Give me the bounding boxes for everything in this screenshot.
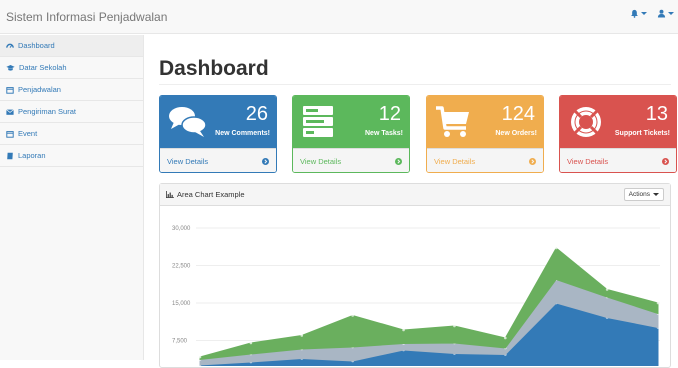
sidebar-item-label: Penjadwalan bbox=[18, 85, 61, 94]
chart-title: Area Chart Example bbox=[177, 190, 245, 199]
tasks-panel: 12 New Tasks! View Details bbox=[292, 95, 410, 173]
view-details-link[interactable]: View Details bbox=[560, 148, 676, 172]
area-chart-panel: Area Chart Example Actions 30,000 22,500 1… bbox=[159, 183, 671, 368]
sidebar-item-label: Datar Sekolah bbox=[19, 63, 67, 72]
tasks-icon bbox=[303, 106, 333, 137]
comments-icon bbox=[169, 107, 207, 137]
tasks-label: New Tasks! bbox=[365, 130, 403, 137]
sidebar-item-label: Dashboard bbox=[18, 41, 55, 50]
data-point[interactable] bbox=[402, 328, 405, 332]
sidebar-item-label: Pengiriman Surat bbox=[18, 107, 76, 116]
data-point[interactable] bbox=[351, 314, 354, 317]
view-details-link[interactable]: View Details bbox=[160, 148, 276, 172]
actions-label: Actions bbox=[628, 191, 650, 198]
sidebar-item-label: Event bbox=[18, 129, 38, 138]
shopping-cart-icon bbox=[436, 106, 469, 137]
sidebar-item-dashboard[interactable]: Dashboard bbox=[0, 35, 143, 57]
data-point[interactable] bbox=[453, 324, 456, 328]
support-panel: 13 Support Tickets! View Details bbox=[559, 95, 677, 173]
chart-panel-heading: Area Chart Example Actions bbox=[160, 184, 670, 206]
sidebar-item-label: Laporan bbox=[18, 151, 46, 160]
view-details-label: View Details bbox=[567, 156, 609, 166]
comments-panel: 26 New Comments! View Details bbox=[159, 95, 277, 173]
sidebar-item-pengiriman-surat[interactable]: Pengiriman Surat bbox=[0, 101, 143, 123]
actions-dropdown-button[interactable]: Actions bbox=[623, 188, 664, 201]
view-details-link[interactable]: View Details bbox=[427, 148, 543, 172]
chart-title-group: Area Chart Example bbox=[166, 190, 245, 199]
panel-heading: 13 Support Tickets! bbox=[560, 96, 676, 148]
sidebar: Dashboard Datar Sekolah Penjadwalan Peng… bbox=[0, 35, 144, 360]
calendar-icon bbox=[6, 130, 14, 138]
data-point[interactable] bbox=[249, 341, 253, 345]
view-details-label: View Details bbox=[167, 156, 209, 166]
support-label: Support Tickets! bbox=[614, 130, 670, 137]
area-chart: 30,000 22,500 15,000 7,500 bbox=[172, 226, 660, 366]
sidebar-item-laporan[interactable]: Laporan bbox=[0, 145, 143, 167]
support-count: 13 bbox=[645, 103, 668, 125]
envelope-icon bbox=[6, 108, 14, 115]
dashboard-icon bbox=[6, 43, 14, 48]
panel-heading: 124 New Orders! bbox=[427, 96, 543, 148]
chevron-down-icon bbox=[653, 193, 659, 196]
arrow-circle-right-icon bbox=[262, 157, 269, 165]
graduation-cap-icon bbox=[6, 64, 15, 71]
data-point[interactable] bbox=[605, 288, 609, 291]
app-brand[interactable]: Sistem Informasi Penjadwalan bbox=[6, 10, 167, 24]
view-details-label: View Details bbox=[434, 156, 476, 166]
arrow-circle-right-icon bbox=[662, 157, 669, 165]
orders-panel: 124 New Orders! View Details bbox=[426, 95, 544, 173]
arrow-circle-right-icon bbox=[395, 157, 402, 165]
comments-count: 26 bbox=[245, 103, 268, 125]
data-point[interactable] bbox=[198, 355, 202, 359]
y-tick-label: 22,500 bbox=[172, 264, 191, 270]
calendar-icon bbox=[6, 86, 14, 94]
panel-heading: 12 New Tasks! bbox=[293, 96, 409, 148]
arrow-circle-right-icon bbox=[529, 157, 536, 165]
panel-heading: 26 New Comments! bbox=[160, 96, 276, 148]
comments-label: New Comments! bbox=[215, 130, 270, 137]
alerts-dropdown[interactable] bbox=[630, 9, 647, 18]
view-details-label: View Details bbox=[300, 156, 342, 166]
title-divider bbox=[159, 84, 671, 85]
sidebar-item-penjadwalan[interactable]: Penjadwalan bbox=[0, 79, 143, 101]
y-tick-label: 30,000 bbox=[172, 226, 191, 232]
data-point[interactable] bbox=[554, 246, 558, 250]
view-details-link[interactable]: View Details bbox=[293, 148, 409, 172]
orders-label: New Orders! bbox=[495, 130, 537, 137]
orders-count: 124 bbox=[501, 103, 535, 125]
tasks-count: 12 bbox=[378, 103, 401, 125]
y-tick-label: 15,000 bbox=[172, 301, 191, 307]
sidebar-item-datar-sekolah[interactable]: Datar Sekolah bbox=[0, 57, 143, 79]
user-icon bbox=[657, 9, 666, 18]
user-dropdown[interactable] bbox=[657, 9, 674, 18]
chevron-down-icon bbox=[668, 12, 674, 15]
data-point[interactable] bbox=[504, 336, 507, 340]
data-point[interactable] bbox=[300, 334, 304, 337]
navbar-icons bbox=[630, 9, 674, 18]
book-icon bbox=[7, 152, 13, 159]
bar-chart-icon bbox=[166, 191, 174, 198]
bell-icon bbox=[631, 9, 638, 18]
data-point[interactable] bbox=[656, 301, 660, 305]
chevron-down-icon bbox=[641, 12, 647, 15]
y-tick-label: 7,500 bbox=[172, 339, 188, 345]
life-ring-icon bbox=[571, 107, 601, 137]
top-navbar: Sistem Informasi Penjadwalan bbox=[0, 0, 678, 34]
page-title: Dashboard bbox=[159, 57, 269, 80]
sidebar-item-event[interactable]: Event bbox=[0, 123, 143, 145]
